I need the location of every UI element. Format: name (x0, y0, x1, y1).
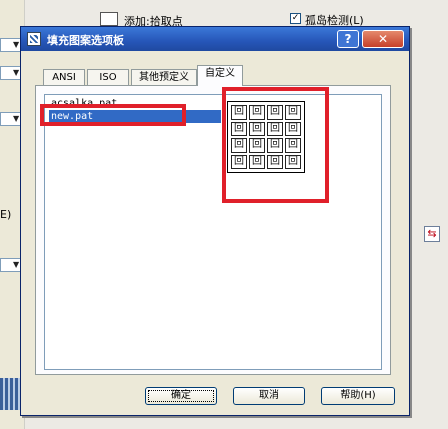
help-title-button[interactable]: ? (337, 30, 359, 48)
close-button[interactable]: ✕ (362, 30, 404, 48)
tab-other-predefined[interactable]: 其他预定义 (131, 69, 197, 85)
island-detect-checkbox[interactable]: ✓ (290, 13, 301, 24)
app-icon (27, 32, 41, 46)
dialog-title: 填充图案选项板 (47, 34, 124, 47)
title-bar[interactable]: 填充图案选项板 ? ✕ (21, 27, 409, 51)
highlight-box-selected-item (40, 104, 186, 126)
background-image-strip (0, 378, 22, 410)
tab-iso[interactable]: ISO (87, 69, 129, 85)
swap-icon[interactable]: ⇆ (424, 226, 440, 242)
background-dropdown-2[interactable]: ▼ (0, 66, 22, 80)
background-dropdown-3[interactable]: ▼ (0, 112, 22, 126)
background-dropdown-1[interactable]: ▼ (0, 38, 22, 52)
background-dropdown-4[interactable]: ▼ (0, 258, 22, 272)
dropdown-arrow-icon: ▼ (13, 114, 20, 123)
custom-tab-panel: acsalka.pat new.pat 回回回回回回回回回回回回回回回回 (35, 85, 391, 375)
cancel-button[interactable]: 取消 (233, 387, 305, 405)
hatch-pattern-palette-dialog: 填充图案选项板 ? ✕ ANSI ISO 其他预定义 自定义 acsalka.p… (20, 26, 410, 416)
highlight-box-preview (222, 87, 329, 203)
pick-point-icon[interactable] (100, 12, 118, 26)
dropdown-arrow-icon: ▼ (13, 260, 20, 269)
ok-button[interactable]: 确定 (145, 387, 217, 405)
help-button[interactable]: 帮助(H) (321, 387, 395, 405)
dropdown-arrow-icon: ▼ (13, 68, 20, 77)
pattern-list[interactable]: acsalka.pat new.pat 回回回回回回回回回回回回回回回回 (44, 94, 382, 370)
background-label: E) (0, 208, 12, 221)
tab-ansi[interactable]: ANSI (43, 69, 85, 85)
dropdown-arrow-icon: ▼ (13, 40, 20, 49)
tab-custom[interactable]: 自定义 (197, 65, 243, 86)
